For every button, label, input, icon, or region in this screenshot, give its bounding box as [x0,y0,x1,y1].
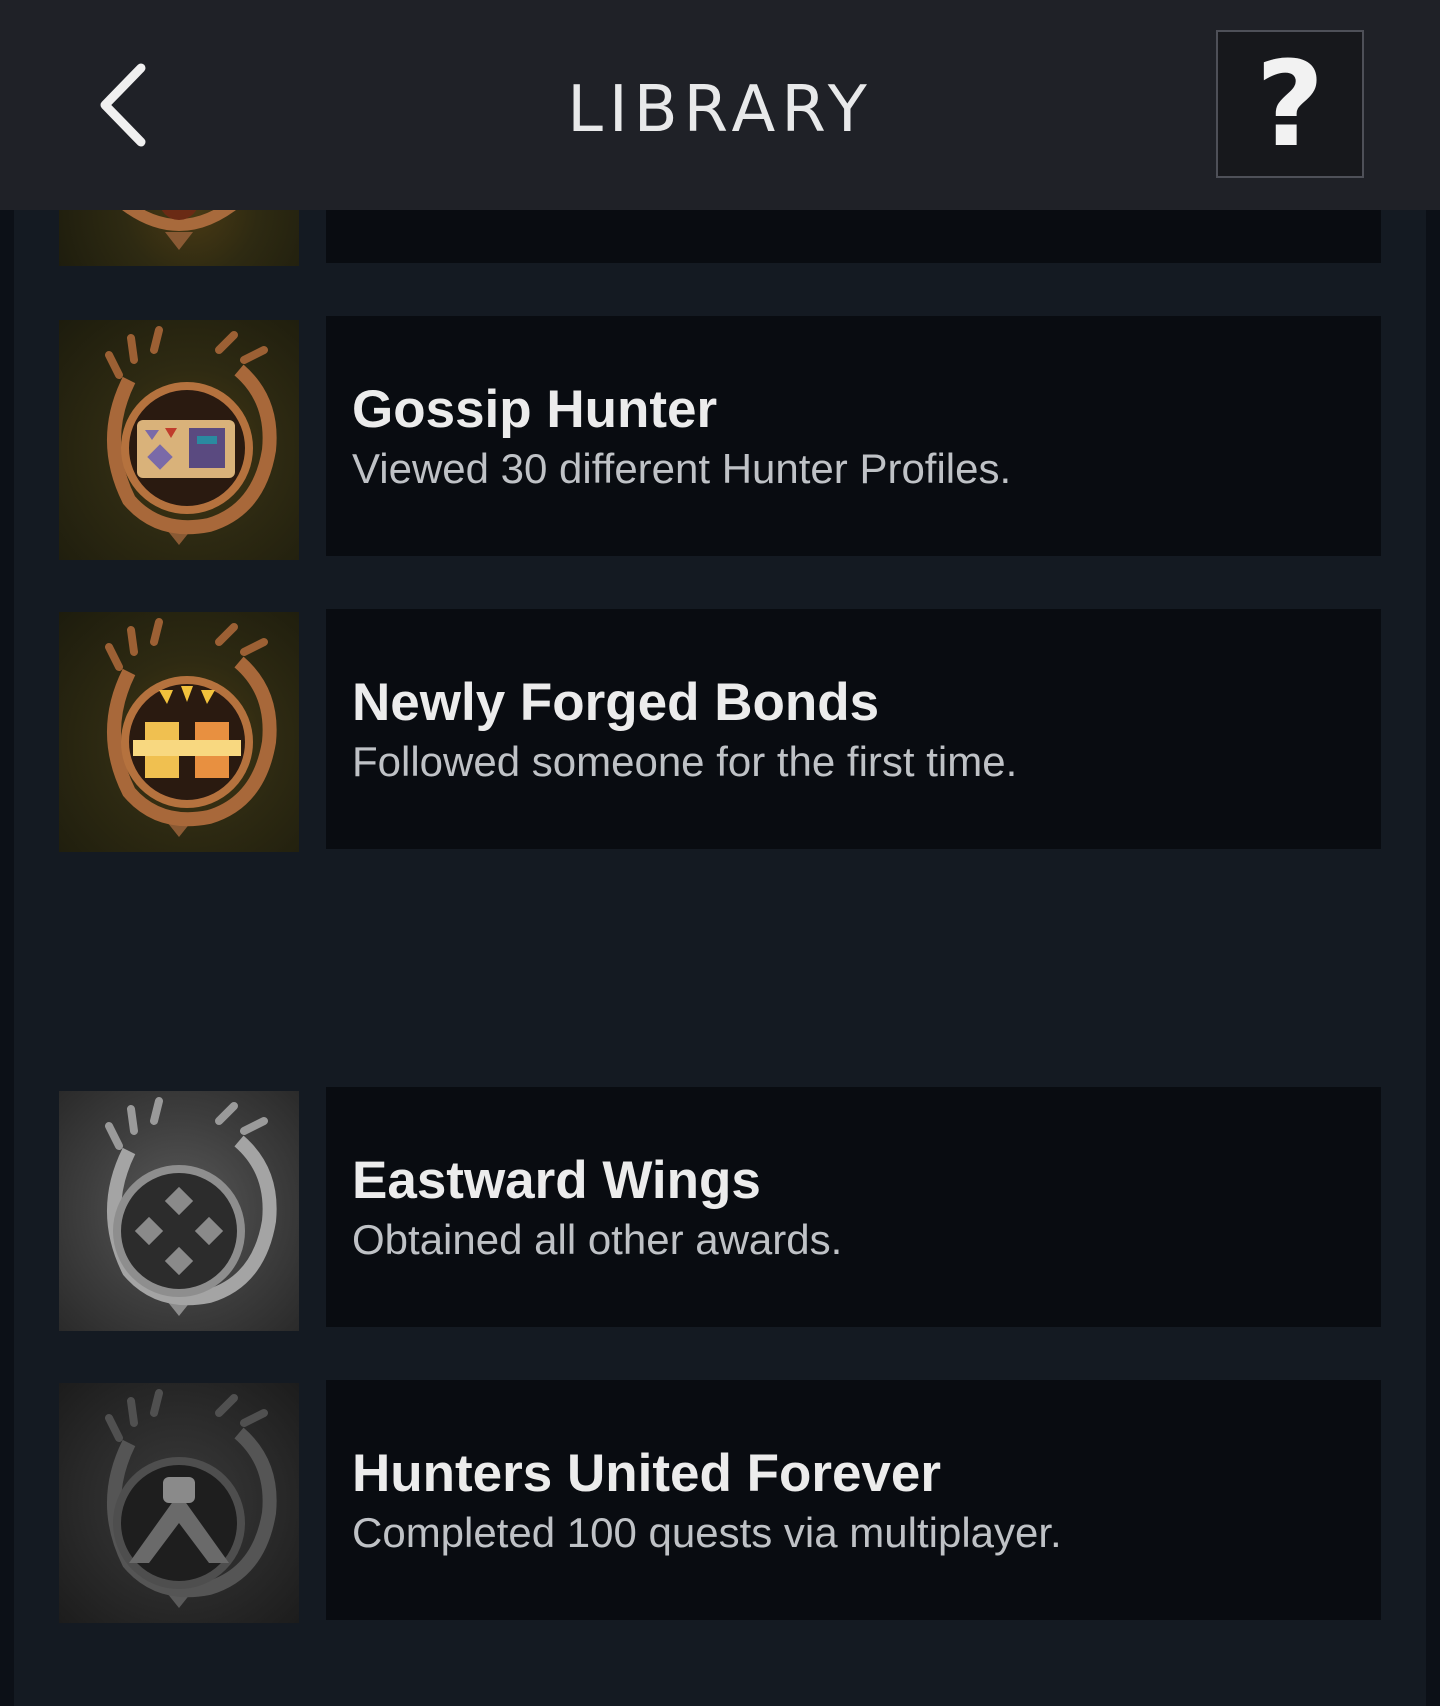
top-bar: LIBRARY ? [0,0,1440,210]
award-description: Completed 100 quests via multiplayer. [352,1509,1062,1556]
award-badge-eastward-wings [59,1091,299,1331]
award-title: Gossip Hunter [352,380,718,439]
award-description: Viewed 30 different Hunter Profiles. [352,445,1012,492]
award-title: Hunters United Forever [352,1444,942,1503]
award-title: Eastward Wings [352,1151,761,1210]
award-description: Followed someone for the first time. [352,738,1018,785]
award-card[interactable]: Eastward Wings Obtained all other awards… [326,1087,1381,1327]
handshake-badge-icon [105,618,277,837]
help-button[interactable]: ? [1216,30,1364,178]
scroll-badge-icon [105,326,277,545]
award-card[interactable]: Newly Forged Bonds Followed someone for … [326,609,1381,849]
award-title: Newly Forged Bonds [352,673,880,732]
diamond-crest-badge-icon [105,1097,277,1316]
award-card[interactable]: Gossip Hunter Viewed 30 different Hunter… [326,316,1381,556]
award-badge-hunters-united-forever [59,1383,299,1623]
award-badge-gossip-hunter [59,320,299,560]
arm-clasp-badge-icon [105,1389,277,1608]
award-description: Obtained all other awards. [352,1216,843,1263]
award-badge-newly-forged-bonds [59,612,299,852]
award-card[interactable]: Hunters United Forever Completed 100 que… [326,1380,1381,1620]
